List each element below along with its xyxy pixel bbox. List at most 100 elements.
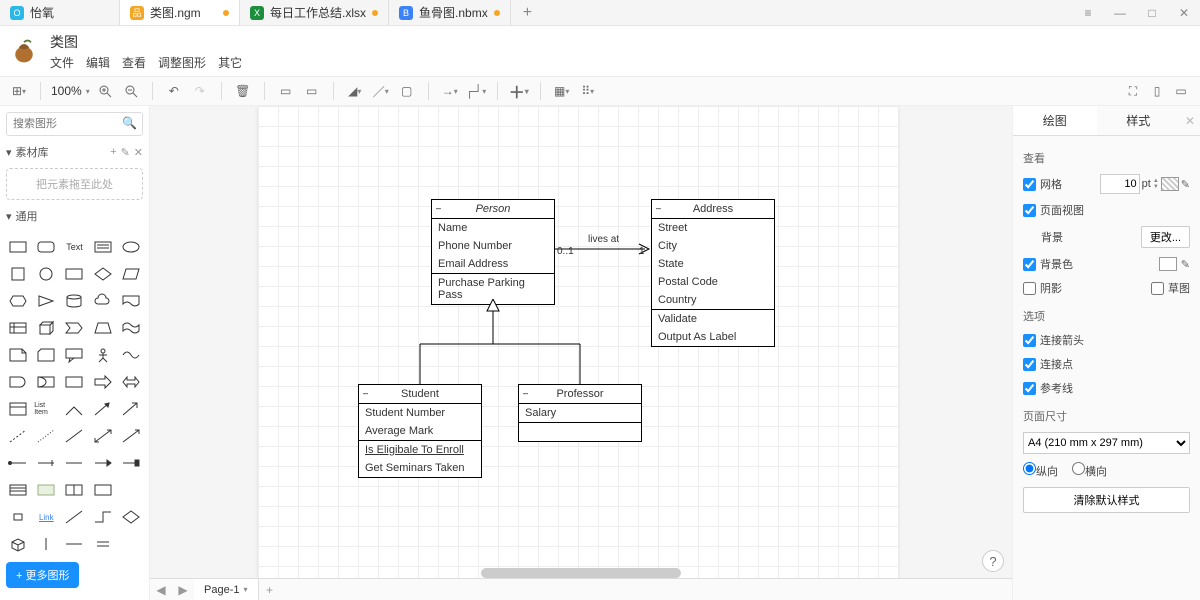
clear-default-style-button[interactable]: 清除默认样式	[1023, 487, 1190, 513]
shape-note[interactable]	[6, 344, 30, 366]
insert-button[interactable]: ＋▾	[508, 80, 530, 102]
lib-edit-icon[interactable]: ✎	[121, 146, 130, 159]
shape-connector-3[interactable]	[62, 452, 86, 474]
shape-elbow-2[interactable]	[91, 506, 115, 528]
collapse-icon[interactable]: –	[523, 388, 528, 398]
page-setup-button[interactable]: ⊞▾	[8, 80, 30, 102]
shape-hline[interactable]	[62, 533, 86, 555]
drop-zone[interactable]: 把元素拖至此处	[6, 168, 143, 200]
shape-3d-cube[interactable]	[6, 533, 30, 555]
page-next-button[interactable]: ▶	[172, 583, 194, 597]
shape-thin-arrow[interactable]	[119, 425, 143, 447]
chk-sketch[interactable]: 草图	[1151, 280, 1190, 296]
library-panel-header[interactable]: ▾素材库 +✎✕	[6, 142, 143, 162]
shadow-button[interactable]: ▢	[396, 80, 418, 102]
shape-table-3[interactable]	[62, 479, 86, 501]
canvas[interactable]: –Person Name Phone Number Email Address …	[150, 106, 1012, 600]
to-front-button[interactable]: ▭	[275, 80, 297, 102]
radio-landscape[interactable]: 横向	[1072, 462, 1107, 479]
to-back-button[interactable]: ▭	[301, 80, 323, 102]
maximize-button[interactable]: □	[1136, 0, 1168, 26]
table-button[interactable]: ▦▾	[551, 80, 573, 102]
waypoint-button[interactable]: ┌┘▾	[465, 80, 487, 102]
shape-roundrect[interactable]	[34, 236, 58, 258]
line-color-button[interactable]: ／▾	[370, 80, 392, 102]
lib-close-icon[interactable]: ✕	[134, 146, 143, 159]
shape-connector-1[interactable]	[6, 452, 30, 474]
shape-dashed-line[interactable]	[6, 425, 30, 447]
canvas-page[interactable]: –Person Name Phone Number Email Address …	[258, 106, 898, 600]
shape-dash[interactable]	[91, 533, 115, 555]
bgcolor-swatch[interactable]	[1159, 257, 1177, 271]
close-button[interactable]: ✕	[1168, 0, 1200, 26]
tab-draw[interactable]: 绘图	[1013, 106, 1097, 135]
shape-connector-5[interactable]	[119, 452, 143, 474]
uml-class-professor[interactable]: –Professor Salary	[518, 384, 642, 442]
shape-internal-storage[interactable]	[6, 317, 30, 339]
collapse-icon[interactable]: –	[363, 388, 368, 398]
app-tab-1[interactable]: 品 类图.ngm	[120, 0, 240, 25]
shape-diamond[interactable]	[91, 263, 115, 285]
fill-color-button[interactable]: ◢▾	[344, 80, 366, 102]
shape-card[interactable]	[34, 344, 58, 366]
shape-or[interactable]	[6, 371, 30, 393]
delete-button[interactable]: 🗑	[232, 80, 254, 102]
grid-button[interactable]: ⠿▾	[577, 80, 599, 102]
shape-arrow-right[interactable]	[91, 371, 115, 393]
outline-panel-button[interactable]: ▭	[1170, 80, 1192, 102]
chk-bgcolor[interactable]: 背景色	[1023, 256, 1073, 272]
tab-style[interactable]: 样式	[1097, 106, 1181, 135]
collapse-icon[interactable]: –	[656, 203, 661, 213]
uml-class-student[interactable]: –Student Student Number Average Mark Is …	[358, 384, 482, 478]
shape-small-1[interactable]	[6, 506, 30, 528]
shape-arrow-both[interactable]	[119, 371, 143, 393]
shape-dotted-line[interactable]	[34, 425, 58, 447]
uml-class-person[interactable]: –Person Name Phone Number Email Address …	[431, 199, 555, 305]
shape-callout[interactable]	[62, 344, 86, 366]
stepper-down-icon[interactable]: ▼	[1153, 184, 1159, 190]
lib-add-icon[interactable]: +	[110, 146, 116, 159]
shape-text[interactable]: Text	[62, 236, 86, 258]
shape-curly[interactable]	[119, 344, 143, 366]
grid-color-edit-icon[interactable]: ✎	[1181, 178, 1190, 191]
shape-ellipse[interactable]	[119, 236, 143, 258]
hamburger-icon[interactable]: ≡	[1072, 0, 1104, 26]
radio-portrait[interactable]: 纵向	[1023, 462, 1058, 479]
shape-data-store[interactable]	[62, 371, 86, 393]
shape-cloud[interactable]	[91, 290, 115, 312]
app-tab-2[interactable]: X 每日工作总结.xlsx	[240, 0, 389, 25]
shape-connector-4[interactable]	[91, 452, 115, 474]
panel-close-icon[interactable]: ✕	[1180, 106, 1200, 135]
chk-conn-arrow[interactable]: 连接箭头	[1023, 332, 1084, 348]
page-tab[interactable]: Page-1▾	[194, 579, 259, 600]
shape-elbow-1[interactable]	[62, 506, 86, 528]
change-bg-button[interactable]: 更改...	[1141, 226, 1190, 248]
menu-file[interactable]: 文件	[50, 54, 74, 71]
menu-edit[interactable]: 编辑	[86, 54, 110, 71]
horizontal-scrollbar[interactable]	[481, 568, 681, 578]
shape-rect[interactable]	[6, 236, 30, 258]
general-panel-header[interactable]: ▾通用	[6, 206, 143, 226]
shape-list[interactable]	[6, 398, 30, 420]
format-panel-button[interactable]: ▯	[1146, 80, 1168, 102]
shape-table-2[interactable]	[34, 479, 58, 501]
shape-link[interactable]: Link	[34, 506, 58, 528]
shape-cube[interactable]	[34, 317, 58, 339]
shape-line-bent[interactable]	[62, 398, 86, 420]
shape-hexagon[interactable]	[6, 290, 30, 312]
shape-line-arrow[interactable]	[91, 398, 115, 420]
shape-process[interactable]	[62, 263, 86, 285]
shape-actor[interactable]	[91, 344, 115, 366]
grid-style-swatch[interactable]	[1161, 177, 1179, 191]
shape-diamond-2[interactable]	[119, 506, 143, 528]
menu-other[interactable]: 其它	[218, 54, 242, 71]
shape-cylinder[interactable]	[62, 290, 86, 312]
page-prev-button[interactable]: ◀	[150, 583, 172, 597]
menu-arrange[interactable]: 调整图形	[158, 54, 206, 71]
chk-conn-point[interactable]: 连接点	[1023, 356, 1073, 372]
app-tab-3[interactable]: B 鱼骨图.nbmx	[389, 0, 511, 25]
connection-button[interactable]: →▾	[439, 80, 461, 102]
redo-button[interactable]: ↷	[189, 80, 211, 102]
page-add-button[interactable]: +	[259, 583, 281, 597]
shape-textbox[interactable]	[91, 236, 115, 258]
